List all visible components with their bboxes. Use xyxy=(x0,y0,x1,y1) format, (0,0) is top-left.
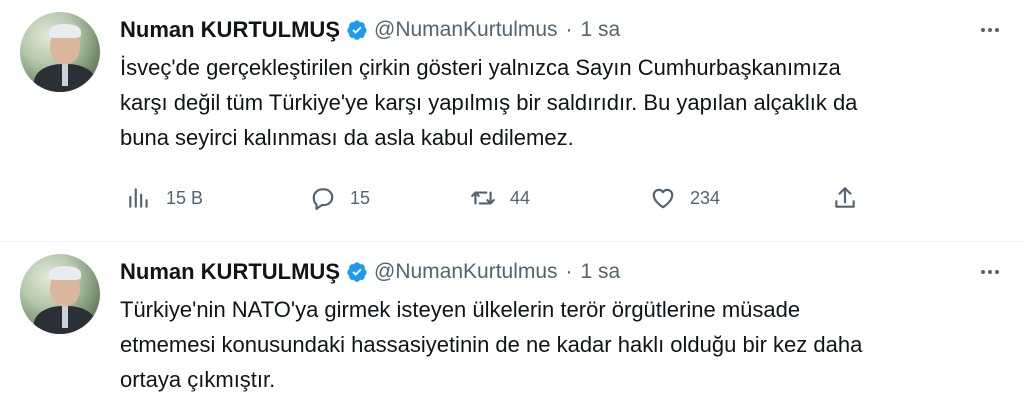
more-horizontal-icon[interactable] xyxy=(976,258,1004,286)
tweet-text-line: ortaya çıkmıştır. xyxy=(120,367,276,392)
tweet-actions: 15 B 15 44 234 xyxy=(120,180,880,216)
reply-button[interactable]: 15 xyxy=(310,180,370,216)
avatar[interactable] xyxy=(20,254,100,334)
like-count: 234 xyxy=(690,187,721,208)
separator-dot: · xyxy=(565,260,573,283)
author-name[interactable]: Numan KURTULMUŞ xyxy=(120,259,340,285)
tweet-header: Numan KURTULMUŞ @NumanKurtulmus · 1 sa xyxy=(120,14,620,46)
like-button[interactable]: 234 xyxy=(650,180,720,216)
tweet-text: Türkiye'nin NATO'ya girmek isteyen ülkel… xyxy=(120,292,980,397)
retweet-icon xyxy=(471,191,495,205)
tweet[interactable]: Numan KURTULMUŞ @NumanKurtulmus · 1 sa T… xyxy=(0,242,1024,417)
views-count: 15 B xyxy=(166,187,204,208)
avatar-tie xyxy=(62,306,68,328)
separator-dot: · xyxy=(565,18,573,41)
share-button[interactable] xyxy=(832,180,858,216)
tweet-text-line: etmemesi konusundaki hassasiyetinin de n… xyxy=(120,332,863,357)
timestamp[interactable]: 1 sa xyxy=(581,260,621,284)
tweet[interactable]: Numan KURTULMUŞ @NumanKurtulmus · 1 sa İ… xyxy=(0,0,1024,242)
reply-count: 15 xyxy=(350,187,371,208)
more-horizontal-icon[interactable] xyxy=(976,16,1004,44)
tweet-text: İsveç'de gerçekleştirilen çirkin gösteri… xyxy=(120,50,980,155)
reply-icon xyxy=(312,188,334,210)
verified-badge-icon xyxy=(347,20,367,40)
heart-icon xyxy=(652,188,674,209)
avatar[interactable] xyxy=(20,12,100,92)
author-handle[interactable]: @NumanKurtulmus xyxy=(374,18,558,42)
author-handle[interactable]: @NumanKurtulmus xyxy=(374,260,558,284)
timestamp[interactable]: 1 sa xyxy=(581,18,621,42)
tweet-text-line: İsveç'de gerçekleştirilen çirkin gösteri… xyxy=(120,55,841,80)
avatar-hair xyxy=(49,266,81,280)
retweet-button[interactable]: 44 xyxy=(470,180,530,216)
analytics-icon xyxy=(129,188,148,208)
tweet-text-line: Türkiye'nin NATO'ya girmek isteyen ülkel… xyxy=(120,297,801,322)
retweet-count: 44 xyxy=(510,187,531,208)
tweet-text-line: buna seyirci kalınması da asla kabul edi… xyxy=(120,125,574,150)
avatar-hair xyxy=(49,24,81,38)
views-button[interactable]: 15 B xyxy=(126,180,203,216)
verified-badge-icon xyxy=(347,262,367,282)
avatar-tie xyxy=(62,64,68,86)
tweet-text-line: karşı değil tüm Türkiye'ye karşı yapılmı… xyxy=(120,90,858,115)
share-icon xyxy=(835,187,855,208)
author-name[interactable]: Numan KURTULMUŞ xyxy=(120,17,340,43)
tweet-header: Numan KURTULMUŞ @NumanKurtulmus · 1 sa xyxy=(120,256,620,288)
